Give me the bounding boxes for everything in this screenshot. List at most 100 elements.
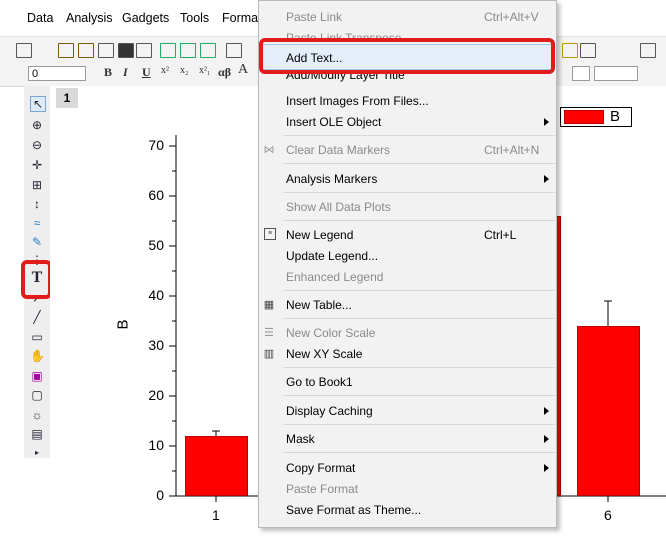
pointer-tool-icon[interactable]: ↖ bbox=[30, 96, 46, 112]
zoom-out-tool-icon[interactable]: ⊖ bbox=[30, 138, 44, 152]
draw-data-tool-icon[interactable]: ✎ bbox=[30, 235, 44, 249]
menu-item-update-legend[interactable]: Update Legend... bbox=[286, 248, 378, 264]
color-scale-icon: ☰ bbox=[264, 327, 274, 339]
line-tool-icon[interactable]: ╱ bbox=[30, 310, 44, 324]
menu-item-display-caching[interactable]: Display Caching bbox=[286, 403, 373, 419]
import-wizard-icon[interactable] bbox=[200, 43, 216, 58]
clear-markers-icon: ⋈ bbox=[263, 144, 275, 156]
menu-format[interactable]: Format bbox=[222, 11, 262, 25]
legend-swatch bbox=[564, 110, 604, 124]
legend-box[interactable]: B bbox=[560, 107, 632, 127]
menu-analysis[interactable]: Analysis bbox=[66, 11, 113, 25]
menu-item-copy-format[interactable]: Copy Format bbox=[286, 460, 355, 476]
open-excel-icon[interactable] bbox=[98, 43, 114, 58]
menu-data[interactable]: Data bbox=[27, 11, 53, 25]
submenu-arrow-icon bbox=[544, 118, 549, 126]
zoom-in-tool-icon[interactable]: ⊕ bbox=[30, 118, 44, 132]
menu-separator bbox=[283, 135, 555, 136]
shortcut-clear-markers: Ctrl+Alt+N bbox=[484, 143, 540, 157]
add-text-highlight bbox=[259, 38, 555, 74]
y-tick-label: 40 bbox=[148, 287, 164, 303]
menu-item-insert-images[interactable]: Insert Images From Files... bbox=[286, 93, 429, 109]
menu-item-mask[interactable]: Mask bbox=[286, 431, 315, 447]
insert-image-tool-icon[interactable]: ▢ bbox=[30, 388, 44, 402]
menu-item-new-table[interactable]: New Table... bbox=[286, 297, 352, 313]
data-selector-tool-icon[interactable]: ↕ bbox=[30, 197, 44, 211]
text-tool-highlight bbox=[21, 260, 52, 299]
underline-button[interactable]: U bbox=[142, 65, 151, 80]
new-project-icon[interactable] bbox=[16, 43, 32, 58]
menu-item-new-xy-scale[interactable]: New XY Scale bbox=[286, 346, 362, 362]
menu-separator bbox=[283, 220, 555, 221]
font-size-combo[interactable]: 0 bbox=[28, 66, 86, 81]
menu-item-enhanced-legend[interactable]: Enhanced Legend bbox=[286, 269, 383, 285]
submenu-arrow-icon bbox=[544, 464, 549, 472]
menu-tools[interactable]: Tools bbox=[180, 11, 209, 25]
open-folder-icon[interactable] bbox=[58, 43, 74, 58]
data-reader-tool-icon[interactable]: ✛ bbox=[30, 158, 44, 172]
bookmark-icon[interactable] bbox=[562, 43, 578, 58]
supsubscript-button[interactable]: x²₁ bbox=[199, 65, 210, 76]
save-project-icon[interactable] bbox=[118, 43, 134, 58]
menu-item-new-legend[interactable]: New Legend bbox=[286, 227, 353, 243]
menu-separator bbox=[283, 424, 555, 425]
menu-separator bbox=[283, 192, 555, 193]
bar-6[interactable] bbox=[577, 326, 640, 496]
new-legend-icon: ≡ bbox=[264, 228, 276, 240]
open-template-icon[interactable] bbox=[78, 43, 94, 58]
y-tick-label: 50 bbox=[148, 237, 164, 253]
xy-scale-icon: ▥ bbox=[263, 348, 275, 360]
menu-gadgets[interactable]: Gadgets bbox=[122, 11, 169, 25]
import-ascii-icon[interactable] bbox=[160, 43, 176, 58]
import-multiple-ascii-icon[interactable] bbox=[180, 43, 196, 58]
menu-item-insert-ole[interactable]: Insert OLE Object bbox=[286, 114, 381, 130]
color-combo[interactable] bbox=[594, 66, 638, 81]
menu-separator bbox=[283, 452, 555, 453]
mask-points-tool-icon[interactable]: ≈ bbox=[30, 216, 44, 230]
bold-button[interactable]: B bbox=[104, 65, 112, 80]
menu-item-show-all-plots[interactable]: Show All Data Plots bbox=[286, 199, 391, 215]
rectangle-tool-icon[interactable]: ▭ bbox=[30, 330, 44, 344]
duplicate-window-icon[interactable] bbox=[226, 43, 242, 58]
menu-separator bbox=[283, 290, 555, 291]
statistics-icon[interactable] bbox=[640, 43, 656, 58]
menu-separator bbox=[283, 395, 555, 396]
menu-item-save-format-theme[interactable]: Save Format as Theme... bbox=[286, 502, 421, 518]
menu-item-paste-link-transpose[interactable]: Paste Link Transpose bbox=[286, 30, 401, 38]
legend-label: B bbox=[610, 108, 621, 125]
menu-item-go-to-book[interactable]: Go to Book1 bbox=[286, 374, 353, 390]
x-tick-label: 6 bbox=[604, 507, 612, 523]
font-size-increase-button[interactable]: A bbox=[238, 62, 248, 78]
menu-item-paste-format[interactable]: Paste Format bbox=[286, 481, 358, 497]
x-tick-label: 1 bbox=[212, 507, 220, 523]
shortcut-new-legend: Ctrl+L bbox=[484, 228, 517, 242]
y-tick-label: 60 bbox=[148, 187, 164, 203]
superscript-button[interactable]: x² bbox=[161, 65, 169, 76]
y-tick-label: 30 bbox=[148, 337, 164, 353]
y-tick-label: 0 bbox=[156, 487, 164, 503]
context-menu: Paste Link Ctrl+Alt+V Paste Link Transpo… bbox=[258, 0, 557, 528]
hand-tool-icon[interactable]: ✋ bbox=[30, 349, 45, 363]
menu-item-analysis-markers[interactable]: Analysis Markers bbox=[286, 171, 377, 187]
menu-item-paste-link[interactable]: Paste Link bbox=[286, 9, 342, 25]
y-tick-label: 20 bbox=[148, 387, 164, 403]
menu-item-clear-markers[interactable]: Clear Data Markers bbox=[286, 142, 390, 158]
insert-graph-tool-icon[interactable]: ▣ bbox=[30, 369, 44, 383]
toolbar-expand-icon[interactable]: ▸ bbox=[30, 446, 44, 460]
submenu-arrow-icon bbox=[544, 407, 549, 415]
italic-button[interactable]: I bbox=[123, 65, 128, 80]
greek-button[interactable]: αβ bbox=[218, 65, 231, 80]
screen-reader-tool-icon[interactable]: ⊞ bbox=[30, 178, 44, 192]
layer-tool-icon[interactable]: ▤ bbox=[30, 427, 44, 441]
bar-1[interactable] bbox=[185, 436, 248, 496]
column-stats-icon[interactable] bbox=[580, 43, 596, 58]
subscript-button[interactable]: x₂ bbox=[180, 65, 189, 76]
save-window-icon[interactable] bbox=[136, 43, 152, 58]
menu-separator bbox=[283, 163, 555, 164]
table-icon: ▦ bbox=[263, 299, 275, 311]
line-width-combo[interactable] bbox=[572, 66, 590, 81]
y-tick-label: 70 bbox=[148, 137, 164, 153]
menu-item-new-color-scale[interactable]: New Color Scale bbox=[286, 325, 375, 341]
submenu-arrow-icon bbox=[544, 435, 549, 443]
gadget-tool-icon[interactable]: ☼ bbox=[30, 408, 44, 422]
